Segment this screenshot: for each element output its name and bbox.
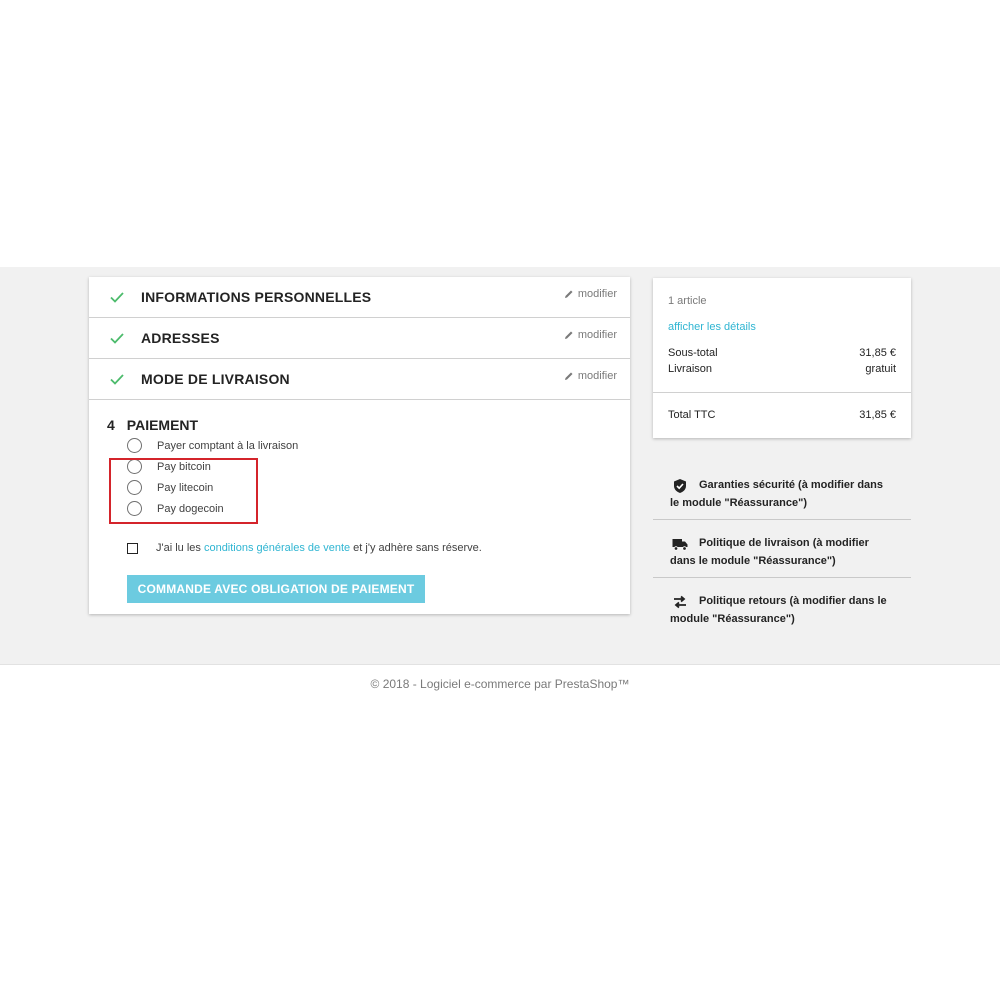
terms-link[interactable]: conditions générales de vente bbox=[204, 542, 350, 554]
item-count: 1 article bbox=[668, 295, 707, 307]
step-number: 4 bbox=[107, 417, 115, 433]
total-row: Total TTC 31,85 € bbox=[668, 409, 896, 421]
edit-label: modifier bbox=[577, 370, 617, 382]
edit-addresses-link[interactable]: modifier bbox=[564, 329, 617, 341]
pencil-icon bbox=[564, 372, 573, 380]
edit-label: modifier bbox=[577, 329, 617, 341]
subtotal-row: Sous-total 31,85 € bbox=[668, 347, 896, 359]
radio-button[interactable] bbox=[127, 438, 142, 453]
shipping-row: Livraison gratuit bbox=[668, 363, 896, 375]
reassurance-returns: Politique retours (à modifier dans le mo… bbox=[653, 578, 911, 636]
terms-agreement[interactable]: J'ai lu les conditions générales de vent… bbox=[127, 542, 482, 554]
checkmark-icon bbox=[110, 333, 124, 344]
reassurance-text: Politique retours (à modifier dans le mo… bbox=[670, 595, 887, 625]
crypto-options-highlight-box bbox=[109, 458, 258, 524]
checkout-steps-card: INFORMATIONS PERSONNELLES modifier ADRES… bbox=[89, 277, 630, 614]
payment-option-label: Payer comptant à la livraison bbox=[157, 439, 299, 452]
terms-prefix: J'ai lu les bbox=[156, 542, 204, 554]
step-addresses[interactable]: ADRESSES modifier bbox=[89, 318, 630, 359]
edit-label: modifier bbox=[577, 288, 617, 300]
reassurance-shipping: Politique de livraison (à modifier dans … bbox=[653, 520, 911, 578]
step-title: INFORMATIONS PERSONNELLES bbox=[141, 289, 372, 305]
reassurance-security: Garanties sécurité (à modifier dans le m… bbox=[653, 462, 911, 520]
subtotal-label: Sous-total bbox=[668, 347, 718, 359]
show-details-link[interactable]: afficher les détails bbox=[668, 321, 756, 333]
checkmark-icon bbox=[110, 374, 124, 385]
edit-personal-info-link[interactable]: modifier bbox=[564, 288, 617, 300]
step-personal-info[interactable]: INFORMATIONS PERSONNELLES modifier bbox=[89, 277, 630, 318]
step-title: PAIEMENT bbox=[126, 417, 199, 433]
divider bbox=[653, 392, 911, 393]
step-delivery-mode[interactable]: MODE DE LIVRAISON modifier bbox=[89, 359, 630, 400]
cart-summary: 1 article afficher les détails Sous-tota… bbox=[653, 278, 911, 438]
footer-copyright: © 2018 - Logiciel e-commerce par PrestaS… bbox=[370, 677, 630, 691]
pencil-icon bbox=[564, 331, 573, 339]
subtotal-value: 31,85 € bbox=[859, 347, 896, 359]
total-value: 31,85 € bbox=[859, 409, 896, 421]
reassurance-text: Garanties sécurité (à modifier dans le m… bbox=[670, 479, 884, 509]
shipping-label: Livraison bbox=[668, 363, 713, 375]
pencil-icon bbox=[564, 290, 573, 298]
reassurance-text: Politique de livraison (à modifier dans … bbox=[670, 537, 869, 567]
total-label: Total TTC bbox=[668, 409, 716, 421]
terms-checkbox[interactable] bbox=[127, 542, 138, 554]
place-order-button[interactable]: COMMANDE AVEC OBLIGATION DE PAIEMENT bbox=[127, 575, 425, 603]
checkmark-icon bbox=[110, 292, 124, 303]
step-title: ADRESSES bbox=[141, 330, 220, 346]
edit-delivery-link[interactable]: modifier bbox=[564, 370, 617, 382]
payment-option-cash[interactable]: Payer comptant à la livraison bbox=[127, 438, 298, 453]
step-title: MODE DE LIVRAISON bbox=[141, 371, 290, 387]
terms-suffix: et j'y adhère sans réserve. bbox=[350, 542, 482, 554]
payment-step-heading: 4 PAIEMENT bbox=[107, 417, 198, 433]
shipping-value: gratuit bbox=[865, 363, 896, 375]
